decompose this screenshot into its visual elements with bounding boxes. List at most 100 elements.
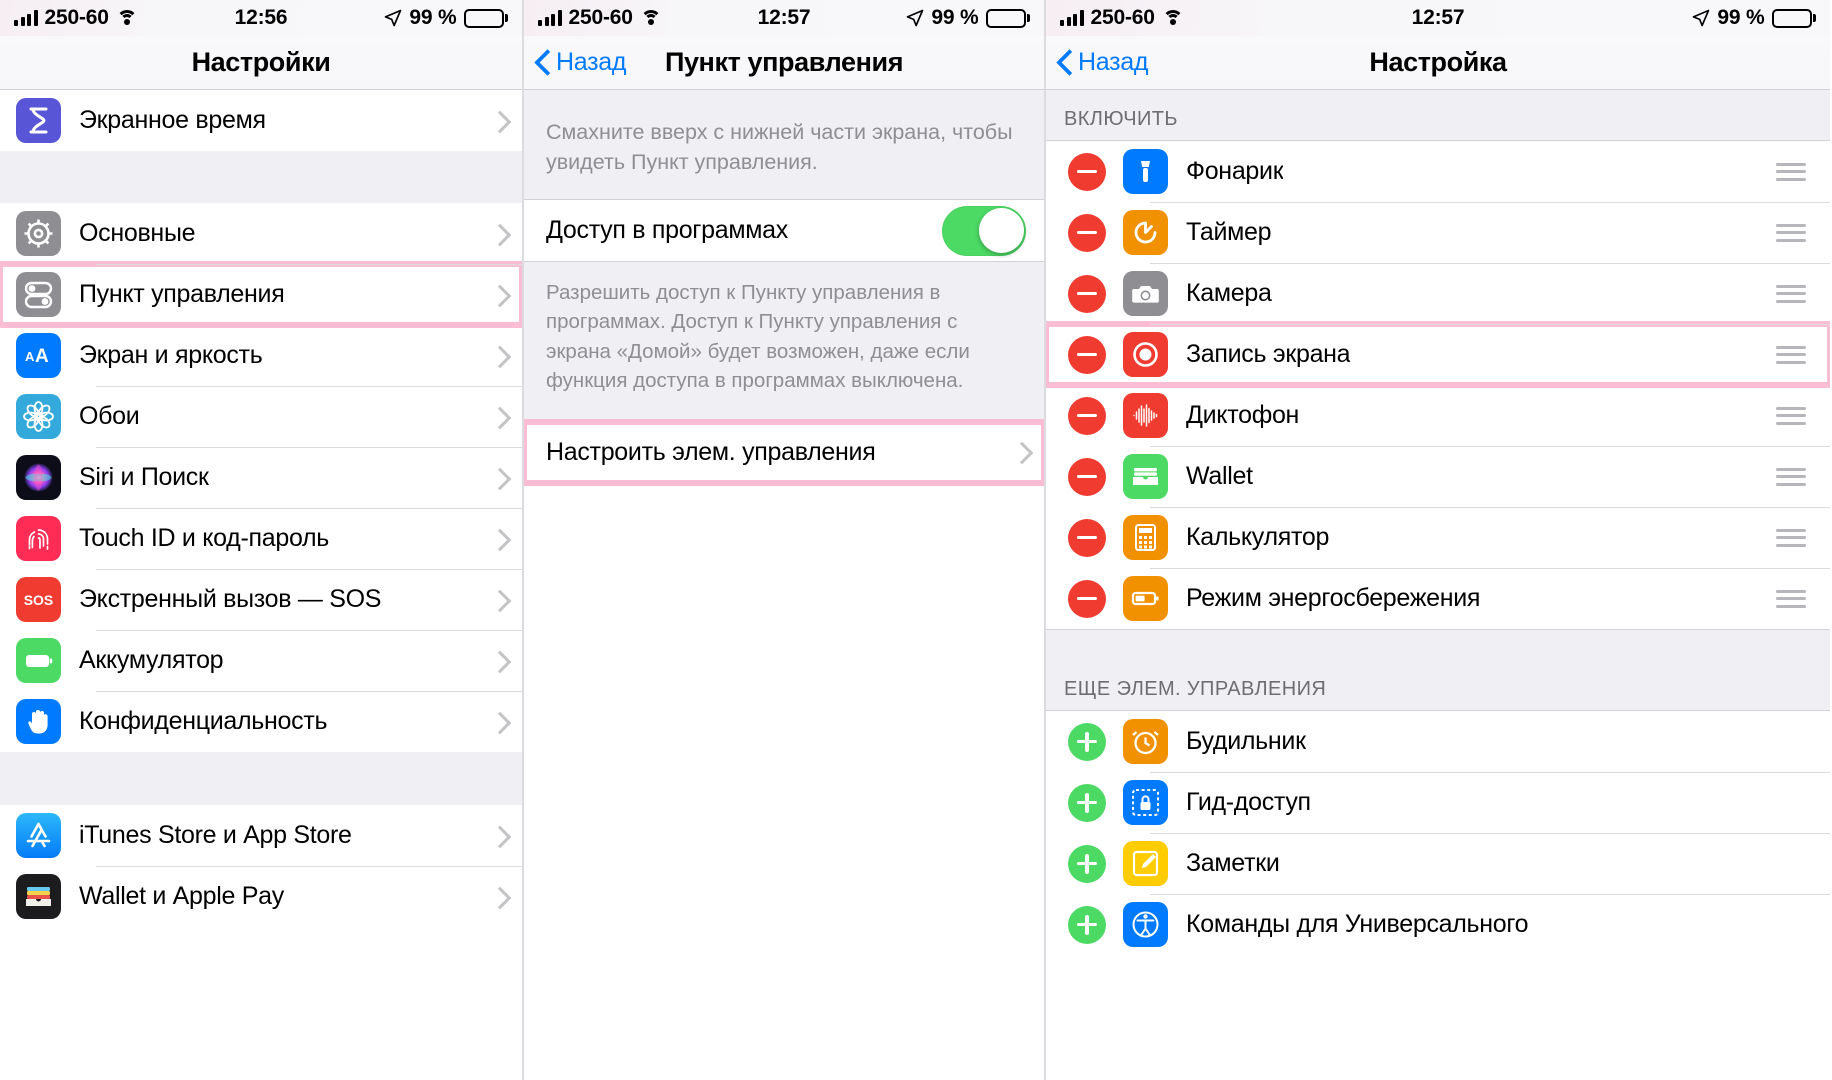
control-row-low-power-mode[interactable]: Режим энергосбережения (1046, 568, 1830, 629)
access-in-apps-toggle[interactable] (942, 205, 1026, 256)
nav-bar: Назад Пункт управления (524, 36, 1044, 90)
chevron-right-icon (492, 468, 504, 488)
control-row-alarm[interactable]: Будильник (1046, 711, 1830, 772)
sidebar-item-privacy[interactable]: Конфиденциальность (0, 691, 522, 752)
control-label: Режим энергосбережения (1186, 584, 1481, 612)
reorder-handle-icon[interactable] (1776, 284, 1806, 303)
customize-controls-row[interactable]: Настроить элем. управления (524, 418, 1044, 486)
carrier-label: 250-60 (568, 6, 633, 29)
sidebar-item-label: Конфиденциальность (79, 707, 328, 735)
settings-group-3: iTunes Store и App Store Wallet и Apple … (0, 805, 522, 927)
back-button-label: Назад (556, 48, 627, 76)
status-bar: 250-60 12:57 99 % (1046, 0, 1830, 36)
control-row-timer[interactable]: Таймер (1046, 202, 1830, 263)
control-row-calculator[interactable]: Калькулятор (1046, 507, 1830, 568)
toggle-knob (978, 208, 1024, 254)
sidebar-item-control-center[interactable]: Пункт управления (0, 261, 522, 328)
page-title: Настройка (1369, 47, 1507, 77)
cellular-bars-icon (538, 10, 562, 26)
sidebar-item-emergency-sos[interactable]: SOS Экстренный вызов — SOS (0, 569, 522, 630)
chevron-right-icon (492, 826, 504, 846)
sidebar-item-label: Siri и Поиск (79, 463, 209, 491)
section-header-include: ВКЛЮЧИТЬ (1046, 90, 1830, 141)
remove-control-button[interactable] (1068, 579, 1106, 618)
sidebar-item-itunes-app-store[interactable]: iTunes Store и App Store (0, 805, 522, 866)
remove-control-button[interactable] (1068, 274, 1106, 313)
settings-group-2: Основные Пункт управления AA Экран и ярк… (0, 203, 522, 752)
control-label: Команды для Универсального (1186, 910, 1529, 938)
sidebar-item-general[interactable]: Основные (0, 203, 522, 264)
more-controls-list: Будильник Гид-доступ Заметки Команды для… (1046, 711, 1830, 955)
timer-icon (1123, 210, 1168, 255)
control-row-guided-access[interactable]: Гид-доступ (1046, 772, 1830, 833)
add-control-button[interactable] (1068, 783, 1106, 822)
wallet-icon (16, 874, 61, 919)
screen-record-icon (1123, 332, 1168, 377)
control-row-screen-recording[interactable]: Запись экрана (1046, 321, 1830, 388)
reorder-handle-icon[interactable] (1776, 223, 1806, 242)
alarm-clock-icon (1123, 719, 1168, 764)
control-center-icon (16, 272, 61, 317)
include-list: Фонарик Таймер Камера Запись экрана Дикт… (1046, 141, 1830, 629)
siri-icon (16, 455, 61, 500)
control-row-wallet[interactable]: Wallet (1046, 446, 1830, 507)
calculator-icon (1123, 515, 1168, 560)
group-spacer (0, 752, 522, 805)
back-button[interactable]: Назад (1058, 48, 1148, 77)
back-button[interactable]: Назад (536, 48, 626, 77)
battery-percent-label: 99 % (931, 6, 979, 29)
add-control-button[interactable] (1068, 722, 1106, 761)
remove-control-button[interactable] (1068, 213, 1106, 252)
sidebar-item-battery[interactable]: Аккумулятор (0, 630, 522, 691)
control-center-hint-text: Смахните вверх с нижней части экрана, чт… (524, 90, 1044, 201)
wallpaper-icon (16, 394, 61, 439)
sidebar-item-screen-time[interactable]: Экранное время (0, 90, 522, 151)
reorder-handle-icon[interactable] (1776, 467, 1806, 486)
reorder-handle-icon[interactable] (1776, 162, 1806, 181)
status-right: 99 % (1692, 6, 1816, 30)
chevron-right-icon (492, 651, 504, 671)
add-control-button[interactable] (1068, 905, 1106, 944)
remove-control-button[interactable] (1068, 396, 1106, 435)
sidebar-item-label: Пункт управления (79, 280, 285, 308)
nav-bar: Настройки (0, 36, 522, 90)
control-row-voice-memos[interactable]: Диктофон (1046, 385, 1830, 446)
location-arrow-icon (1693, 9, 1710, 27)
voice-memos-icon (1123, 393, 1168, 438)
phone-screen-customize: 250-60 12:57 99 % Назад Настройка ВКЛЮЧИ… (1046, 0, 1830, 1080)
reorder-handle-icon[interactable] (1776, 345, 1806, 364)
control-row-flashlight[interactable]: Фонарик (1046, 141, 1830, 202)
status-left: 250-60 (14, 6, 138, 30)
sidebar-item-touch-id[interactable]: Touch ID и код-пароль (0, 508, 522, 569)
chevron-left-icon (536, 51, 550, 75)
sidebar-item-siri-search[interactable]: Siri и Поиск (0, 447, 522, 508)
sidebar-item-label: Основные (79, 219, 196, 247)
remove-control-button[interactable] (1068, 335, 1106, 374)
remove-control-button[interactable] (1068, 152, 1106, 191)
location-arrow-icon (907, 9, 924, 27)
reorder-handle-icon[interactable] (1776, 589, 1806, 608)
control-label: Диктофон (1186, 401, 1300, 429)
control-row-camera[interactable]: Камера (1046, 263, 1830, 324)
control-label: Заметки (1186, 849, 1280, 877)
remove-control-button[interactable] (1068, 518, 1106, 557)
carrier-label: 250-60 (1090, 6, 1155, 29)
sidebar-item-display-brightness[interactable]: AA Экран и яркость (0, 325, 522, 386)
empty-area (524, 482, 1044, 1080)
chevron-right-icon (492, 111, 504, 131)
control-row-notes[interactable]: Заметки (1046, 833, 1830, 894)
chevron-right-icon (492, 407, 504, 427)
reorder-handle-icon[interactable] (1776, 406, 1806, 425)
add-control-button[interactable] (1068, 844, 1106, 883)
remove-control-button[interactable] (1068, 457, 1106, 496)
control-label: Запись экрана (1186, 340, 1351, 368)
access-in-apps-row[interactable]: Доступ в программах (524, 200, 1044, 262)
notes-icon (1123, 841, 1168, 886)
sidebar-item-wallpaper[interactable]: Обои (0, 386, 522, 447)
reorder-handle-icon[interactable] (1776, 528, 1806, 547)
sidebar-item-wallet-apple-pay[interactable]: Wallet и Apple Pay (0, 866, 522, 927)
sidebar-item-label: Touch ID и код-пароль (79, 524, 330, 552)
camera-icon (1123, 271, 1168, 316)
control-row-accessibility-shortcuts[interactable]: Команды для Универсального (1046, 894, 1830, 955)
control-label: Wallet (1186, 462, 1253, 490)
